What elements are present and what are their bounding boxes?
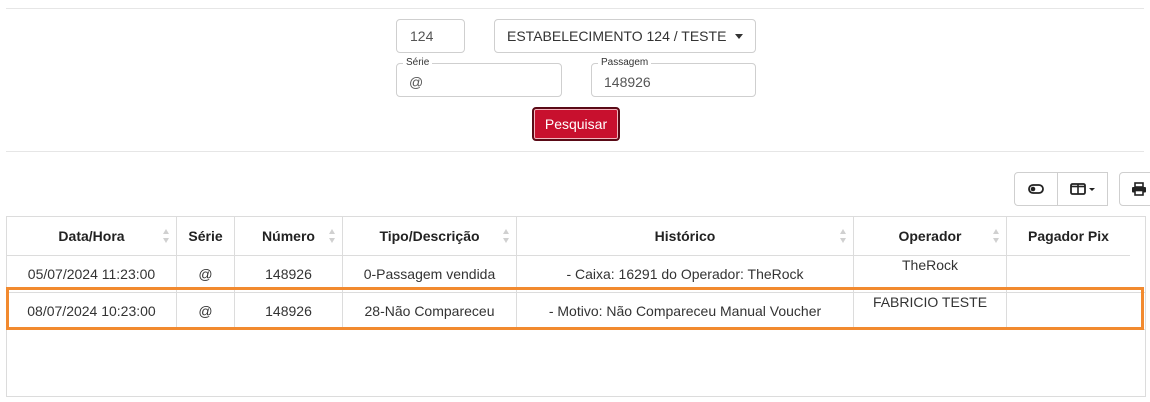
sort-icon — [840, 229, 847, 243]
toggle-view-button[interactable] — [1014, 172, 1058, 206]
header-historico[interactable]: Histórico — [517, 217, 854, 255]
columns-icon — [1069, 183, 1095, 195]
table-header: Data/Hora Série Número Tipo/Descrição Hi… — [7, 217, 1130, 256]
toggle-icon — [1028, 184, 1044, 194]
cell-serie: @ — [177, 255, 235, 292]
cell-pagador-pix — [1007, 292, 1145, 329]
establishment-select-value: ESTABELECIMENTO 124 / TESTE — [507, 28, 727, 44]
header-pagador-pix[interactable]: Pagador Pix — [1007, 217, 1130, 255]
cell-operador: FABRICIO TESTE — [854, 292, 1007, 329]
cell-serie: @ — [177, 292, 235, 329]
serie-value: @ — [409, 74, 424, 90]
table-toolbar — [1014, 172, 1150, 206]
sort-icon — [993, 229, 1000, 243]
top-divider — [6, 8, 1144, 9]
cell-data-hora: 08/07/2024 10:23:00 — [7, 292, 177, 329]
header-tipo-descricao[interactable]: Tipo/Descrição — [343, 217, 517, 255]
establishment-select[interactable]: ESTABELECIMENTO 124 / TESTE — [494, 19, 756, 53]
header-operador[interactable]: Operador — [854, 217, 1007, 255]
passagem-label: Passagem — [598, 57, 652, 69]
cell-tipo-descricao: 28-Não Compareceu — [343, 292, 517, 329]
serie-label: Série — [403, 57, 433, 69]
cell-pagador-pix — [1007, 255, 1145, 292]
sort-icon — [329, 229, 336, 243]
passagem-input[interactable]: Passagem 148926 — [591, 57, 756, 97]
caret-down-icon — [735, 34, 743, 39]
cell-numero: 148926 — [235, 255, 343, 292]
search-button[interactable]: Pesquisar — [532, 107, 620, 141]
sort-icon — [503, 229, 510, 243]
establishment-code-input[interactable]: 124 — [396, 19, 465, 53]
cell-data-hora: 05/07/2024 11:23:00 — [7, 255, 177, 292]
print-button[interactable] — [1119, 172, 1150, 206]
table-row[interactable]: 08/07/2024 10:23:00 @ 148926 28-Não Comp… — [7, 292, 1145, 330]
passages-table: Data/Hora Série Número Tipo/Descrição Hi… — [6, 216, 1146, 397]
cell-tipo-descricao: 0-Passagem vendida — [343, 255, 517, 292]
header-serie[interactable]: Série — [177, 217, 235, 255]
sort-icon — [163, 229, 170, 243]
print-icon — [1132, 182, 1146, 196]
passagem-value: 148926 — [604, 74, 651, 90]
table-row[interactable]: 05/07/2024 11:23:00 @ 148926 0-Passagem … — [7, 255, 1145, 293]
cell-historico: - Motivo: Não Compareceu Manual Voucher — [517, 292, 854, 329]
header-data-hora[interactable]: Data/Hora — [7, 217, 177, 255]
cell-numero: 148926 — [235, 292, 343, 329]
serie-input[interactable]: Série @ — [396, 57, 562, 97]
establishment-code-value: 124 — [410, 28, 434, 44]
cell-operador: TheRock — [854, 255, 1007, 292]
header-numero[interactable]: Número — [235, 217, 343, 255]
section-divider — [6, 151, 1144, 152]
columns-button[interactable] — [1058, 172, 1108, 206]
cell-historico: - Caixa: 16291 do Operador: TheRock — [517, 255, 854, 292]
